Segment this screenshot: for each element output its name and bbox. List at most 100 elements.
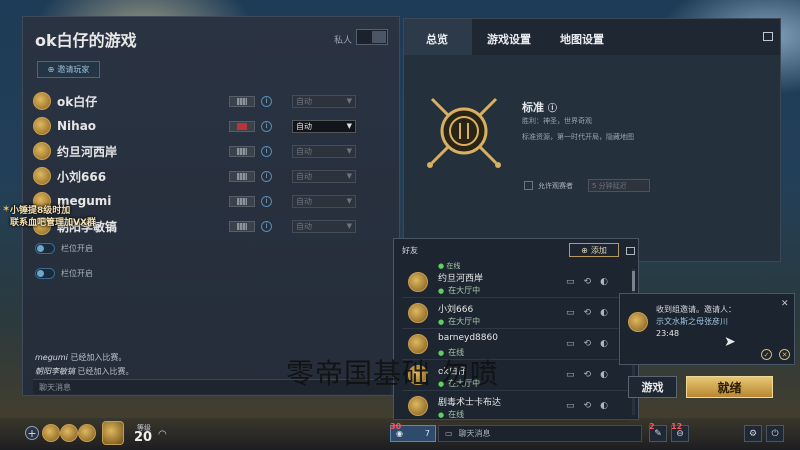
profile-icon[interactable]: ◐ [600, 401, 608, 411]
team-value: 自动 [296, 121, 312, 131]
invite-icon[interactable]: ⟲ [584, 277, 592, 287]
accept-icon[interactable]: ✓ [761, 349, 772, 360]
level-value: 20 [134, 430, 153, 445]
add-friend-label: 添加 [590, 245, 607, 255]
flag-selector[interactable] [229, 220, 255, 232]
slot-toggle[interactable] [35, 243, 55, 254]
game-button[interactable]: 游戏 [628, 376, 677, 398]
friend-actions: ▭ ⟲ ◐ [566, 370, 608, 380]
chat-line: megumi 已经加入比赛。 [35, 351, 134, 365]
tab-map-settings[interactable]: 地图设置 [560, 31, 604, 47]
info-icon[interactable]: i [261, 220, 272, 232]
friend-avatar [408, 272, 428, 292]
profile-icon[interactable]: ◐ [600, 370, 608, 380]
invite-player-button[interactable]: ⊕ 邀请玩家 [37, 61, 100, 78]
tab-game-settings[interactable]: 游戏设置 [487, 31, 531, 47]
streamer-overlay: 小锤提8级时加 联系血吧管理加VX群 [10, 205, 96, 229]
chevron-down-icon: ▼ [346, 222, 352, 230]
flag-selector[interactable] [229, 120, 255, 132]
profile-icon[interactable]: ◐ [600, 339, 608, 349]
friend-avatar [408, 334, 428, 354]
decline-icon[interactable]: ✕ [779, 349, 790, 360]
info-icon[interactable]: i [261, 120, 272, 132]
scrollbar-thumb[interactable] [632, 271, 635, 291]
info-icon[interactable]: i [261, 195, 272, 207]
friend-actions: ▭ ⟲ ◐ [566, 339, 608, 349]
select-value: 5 分钟延迟 [592, 181, 627, 190]
player-name: 小刘666 [57, 169, 107, 184]
team-select[interactable]: 自动 ▼ [292, 169, 356, 183]
notification-badge: 2 [649, 422, 655, 431]
party-member-avatar[interactable] [78, 424, 96, 442]
slot-label: 栏位开启 [61, 269, 93, 278]
flag-selector[interactable] [229, 170, 255, 182]
friend-name: 小刘666 [438, 305, 474, 315]
add-party-icon[interactable]: + [25, 426, 39, 440]
mode-description: 胜利：神圣，世界奇观 [522, 117, 592, 125]
settings-icon[interactable]: ⚙ [744, 425, 762, 442]
team-select[interactable]: 自动 ▼ [292, 119, 356, 133]
team-value: 自动 [296, 146, 312, 156]
tab-overview[interactable]: 总览 [426, 31, 448, 47]
friend-item[interactable]: 约旦河西岸 在大厅中 ▭ ⟲ ◐ [402, 268, 628, 298]
minimize-icon[interactable] [626, 247, 635, 255]
player-row[interactable]: 约旦河西岸 i 自动 ▼ [33, 140, 389, 162]
invite-icon[interactable]: ⟲ [584, 308, 592, 318]
chat-bubble-icon[interactable]: ▭ [566, 339, 575, 349]
chat-bubble-icon[interactable]: ▭ [566, 401, 575, 411]
info-icon[interactable]: i [261, 145, 272, 157]
flag-selector[interactable] [229, 145, 255, 157]
bottom-chat-input[interactable]: ▭ 聊天消息 [438, 425, 642, 442]
player-row[interactable]: Nihao i 自动 ▼ [33, 115, 389, 137]
player-row[interactable]: ok白仔 i 自动 ▼ [33, 90, 389, 112]
profile-icon[interactable]: ◐ [600, 308, 608, 318]
chat-bubble-icon[interactable]: ▭ [566, 370, 575, 380]
chat-bubble-icon[interactable]: ▭ [566, 308, 575, 318]
grid-flag-icon [237, 97, 247, 105]
spectator-delay-select[interactable]: 5 分钟延迟 [588, 179, 650, 192]
slot-row[interactable]: 栏位开启 [35, 268, 93, 279]
invite-notification: 收到组邀请。邀请人： 示文水斯之母张彦川 23:48 ✕ ✓ ✕ [619, 293, 795, 365]
player-avatar [33, 167, 51, 185]
close-icon[interactable]: ✕ [781, 299, 789, 309]
crossed-swords-shield-icon [427, 97, 501, 168]
info-icon[interactable]: i [261, 170, 272, 182]
chat-bubble-icon[interactable]: ▭ [566, 277, 575, 287]
team-select[interactable]: 自动 ▼ [292, 144, 356, 158]
game-mode-name: 标准 ⓘ [522, 99, 557, 115]
settings-tabs: 总览 游戏设置 地图设置 [404, 19, 780, 55]
info-icon[interactable]: i [261, 95, 272, 107]
team-select[interactable]: 自动 ▼ [292, 219, 356, 233]
mouse-cursor-icon: ➤ [724, 334, 736, 350]
chat-text: 已经加入比赛。 [70, 353, 127, 362]
friend-actions: ▭ ⟲ ◐ [566, 401, 608, 411]
invite-icon[interactable]: ⟲ [584, 370, 592, 380]
info-icon[interactable]: ⓘ [548, 104, 557, 114]
add-user-icon: ⊕ [47, 65, 55, 74]
add-friend-button[interactable]: ⊕ 添加 [569, 243, 619, 257]
player-row[interactable]: 小刘666 i 自动 ▼ [33, 165, 389, 187]
slot-toggle[interactable] [35, 268, 55, 279]
player-avatar [33, 92, 51, 110]
private-toggle[interactable] [356, 29, 388, 45]
profile-icon[interactable]: ◐ [600, 277, 608, 287]
invite-icon[interactable]: ⟲ [584, 339, 592, 349]
party-member-avatar[interactable] [60, 424, 78, 442]
flag-selector[interactable] [229, 95, 255, 107]
ready-button[interactable]: 就绪 [686, 376, 773, 398]
friend-status: 在大厅中 [438, 285, 480, 296]
party-member-avatar[interactable] [42, 424, 60, 442]
flag-selector[interactable] [229, 195, 255, 207]
friend-item[interactable]: 小刘666 在大厅中 ▭ ⟲ ◐ [402, 299, 628, 329]
minimize-icon[interactable] [763, 32, 773, 41]
profile-avatar[interactable] [102, 421, 124, 445]
team-value: 自动 [296, 96, 312, 106]
invite-icon[interactable]: ⟲ [584, 401, 592, 411]
spectator-checkbox[interactable] [524, 181, 533, 190]
player-name: 约旦河西岸 [57, 144, 118, 159]
friends-panel: 好友 ⊕ 添加 ● 在线 约旦河西岸 在大厅中 ▭⟲◐ 小刘666 在大厅中 ▭… [393, 238, 639, 422]
team-select[interactable]: 自动 ▼ [292, 94, 356, 108]
slot-row[interactable]: 栏位开启 [35, 243, 93, 254]
team-select[interactable]: 自动 ▼ [292, 194, 356, 208]
power-icon[interactable]: ⏻ [766, 425, 784, 442]
